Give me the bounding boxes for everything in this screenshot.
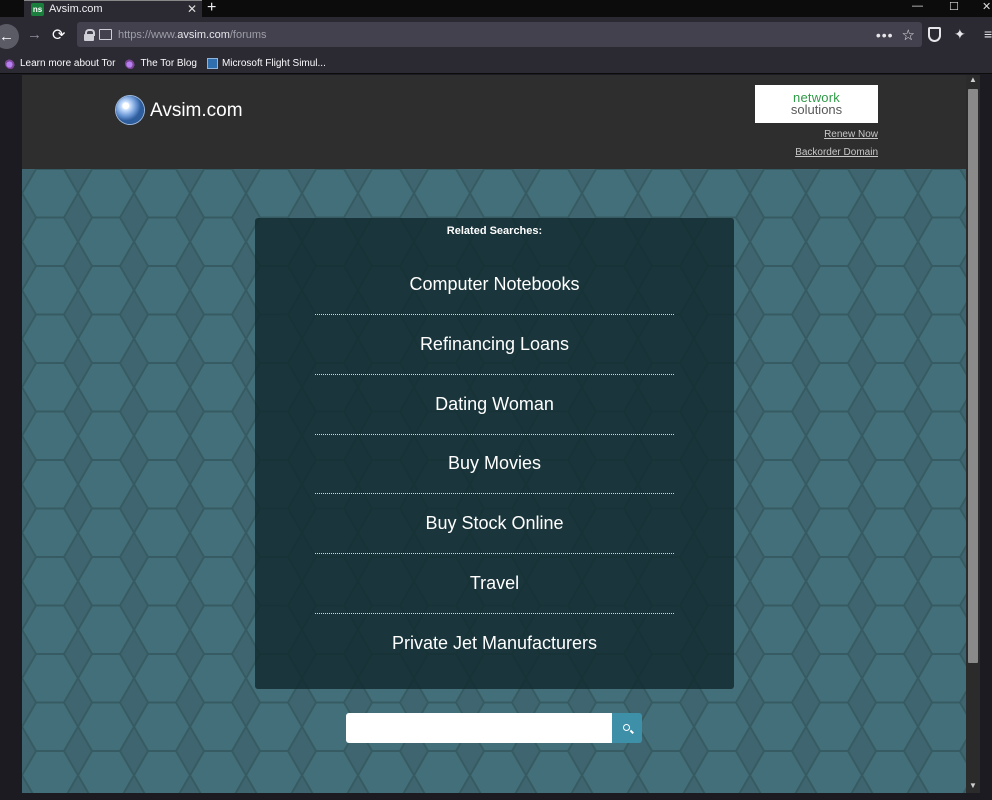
url-path: /forums	[229, 28, 267, 41]
shield-icon[interactable]	[928, 27, 941, 42]
navigation-toolbar: ← → ⟳ https://www.avsim.com/forums ••• ☆…	[0, 17, 992, 54]
extensions-icon[interactable]: ✦	[954, 26, 966, 43]
bookmark-tor-learn[interactable]: Learn more about Tor	[5, 58, 115, 69]
tab-avsim[interactable]: ns Avsim.com ✕	[24, 0, 202, 17]
address-bar[interactable]: https://www.avsim.com/forums ••• ☆	[77, 22, 922, 47]
bookmarks-toolbar: Learn more about Tor The Tor Blog Micros…	[0, 54, 992, 74]
scroll-thumb[interactable]	[968, 89, 978, 663]
related-search-link[interactable]: Refinancing Loans	[315, 315, 674, 375]
vertical-scrollbar[interactable]: ▲ ▼	[966, 75, 980, 793]
related-search-link[interactable]: Computer Notebooks	[315, 255, 674, 315]
close-window-icon[interactable]: ✕	[982, 0, 991, 13]
tor-onion-icon	[125, 58, 137, 69]
tor-onion-icon	[5, 58, 16, 69]
maximize-icon[interactable]: ☐	[949, 0, 959, 13]
search-icon	[622, 723, 630, 731]
new-tab-button[interactable]: +	[207, 0, 216, 17]
scroll-up-arrow-icon[interactable]: ▲	[966, 75, 980, 87]
web-page: Avsim.com network solutions Renew Now Ba…	[22, 75, 966, 793]
flight-sim-icon	[206, 58, 218, 69]
bookmark-star-icon[interactable]: ☆	[902, 26, 915, 44]
bookmark-label: Microsoft Flight Simul...	[221, 58, 326, 69]
related-search-link[interactable]: Private Jet Manufacturers	[315, 613, 674, 673]
bookmark-tor-blog[interactable]: The Tor Blog	[125, 58, 197, 69]
related-search-link[interactable]: Dating Woman	[315, 375, 674, 435]
arrow-left-icon: ←	[0, 28, 14, 45]
search-button[interactable]	[612, 713, 642, 743]
tab-title: Avsim.com	[49, 3, 103, 15]
related-search-link[interactable]: Buy Movies	[315, 434, 674, 494]
window-frame-right	[980, 75, 992, 800]
url-text[interactable]: https://www.avsim.com/forums	[118, 29, 876, 41]
search-form	[346, 713, 642, 743]
bookmark-label: The Tor Blog	[140, 58, 197, 69]
window-frame-bottom	[0, 793, 992, 800]
bookmark-label: Learn more about Tor	[20, 58, 116, 69]
url-prefix: https://www.	[118, 28, 178, 41]
close-tab-icon[interactable]: ✕	[185, 2, 199, 16]
site-favicon-icon: ns	[31, 2, 44, 16]
related-search-link[interactable]: Travel	[315, 554, 674, 614]
window-frame-left	[0, 75, 22, 800]
image-permission-icon[interactable]	[99, 29, 112, 40]
forward-button[interactable]: →	[27, 26, 42, 43]
back-button[interactable]: ←	[0, 24, 19, 49]
search-input[interactable]	[346, 713, 612, 743]
renew-now-link[interactable]: Renew Now	[824, 129, 878, 140]
network-solutions-logo[interactable]: network solutions	[755, 85, 878, 123]
site-name[interactable]: Avsim.com	[150, 100, 243, 122]
related-searches-title: Related Searches:	[446, 225, 543, 237]
minimize-icon[interactable]: —	[912, 0, 923, 12]
globe-logo-icon[interactable]	[116, 96, 144, 124]
reload-button[interactable]: ⟳	[52, 25, 65, 45]
sponsor-logo-line2: solutions	[790, 102, 843, 117]
related-searches-panel: Related Searches: Computer Notebooks Ref…	[255, 218, 734, 689]
bookmark-flight-sim[interactable]: Microsoft Flight Simul...	[206, 58, 326, 69]
menu-icon[interactable]: ≡	[984, 26, 992, 42]
scroll-down-arrow-icon[interactable]: ▼	[966, 781, 980, 793]
url-host: avsim.com	[177, 28, 230, 41]
page-header: Avsim.com network solutions Renew Now Ba…	[22, 75, 966, 169]
tab-strip: ns Avsim.com ✕ + — ☐ ✕	[0, 0, 992, 17]
lock-icon[interactable]	[84, 29, 95, 41]
backorder-domain-link[interactable]: Backorder Domain	[795, 147, 878, 158]
page-actions-icon[interactable]: •••	[876, 27, 894, 43]
related-search-link[interactable]: Buy Stock Online	[315, 494, 674, 554]
